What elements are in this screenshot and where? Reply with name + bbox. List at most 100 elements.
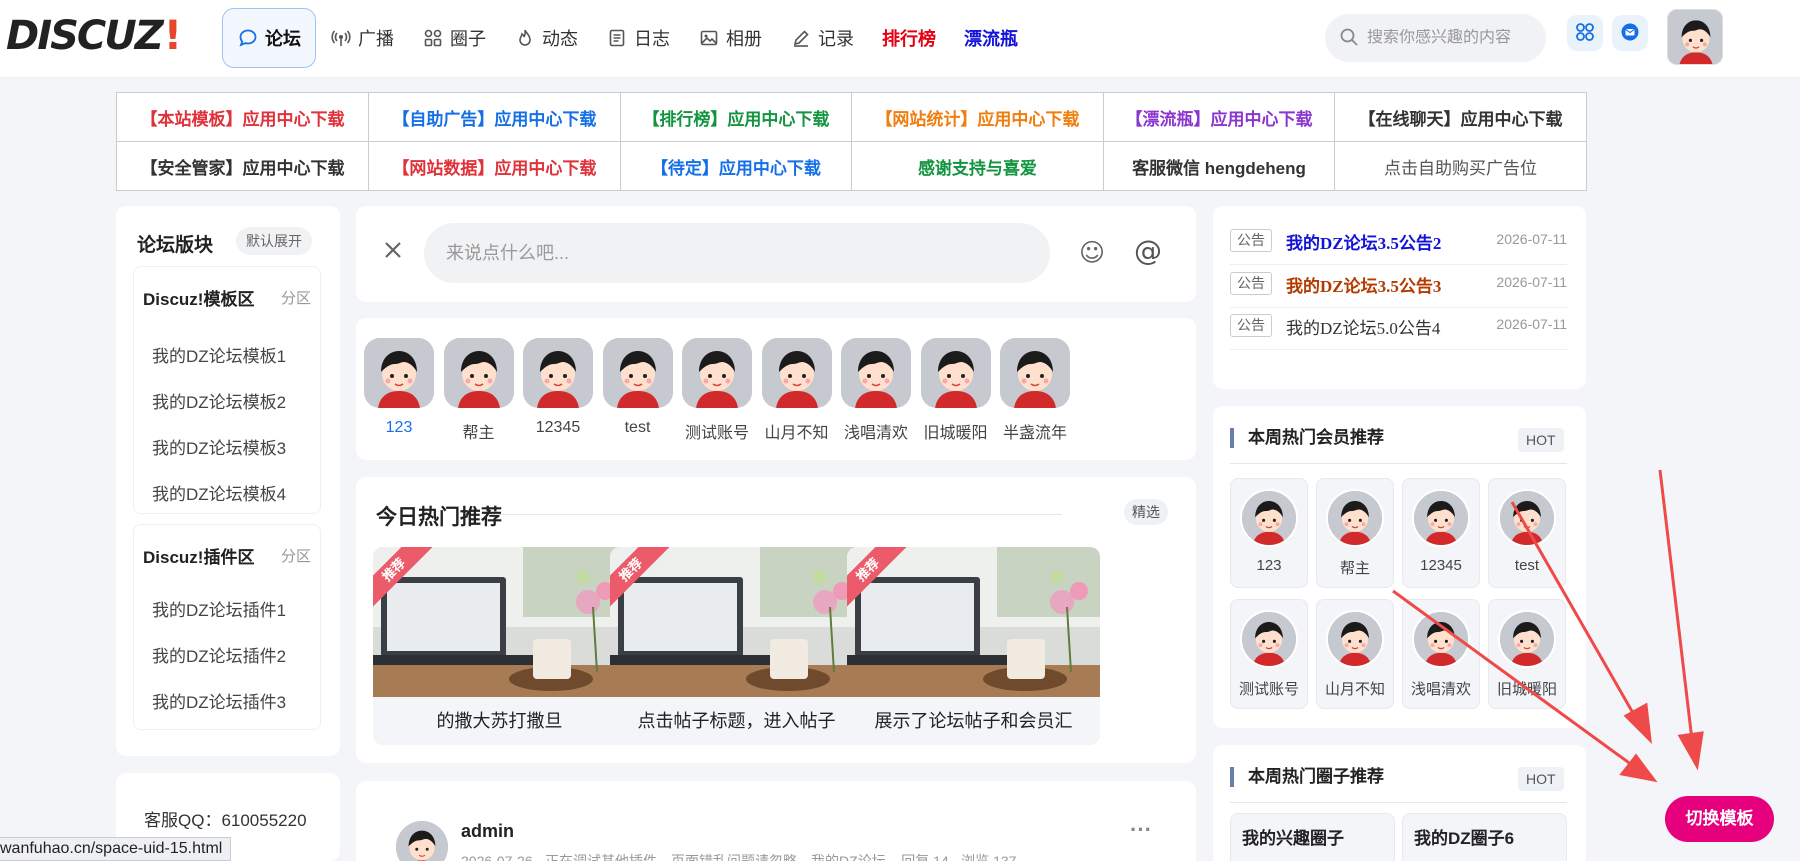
- post-input[interactable]: [424, 223, 1050, 283]
- member-avatar[interactable]: [1240, 489, 1298, 547]
- user-avatar[interactable]: [364, 338, 434, 408]
- user-name[interactable]: 半盏流年: [995, 419, 1075, 443]
- user-avatar[interactable]: [1000, 338, 1070, 408]
- nav-item-ranking[interactable]: 排行榜: [868, 8, 950, 68]
- forum-link[interactable]: 我的DZ论坛插件1: [152, 596, 286, 621]
- apps-button[interactable]: [1567, 15, 1603, 51]
- user-avatar[interactable]: [761, 338, 832, 408]
- nav-item-records[interactable]: 记录: [776, 8, 868, 68]
- user-avatar[interactable]: [523, 338, 593, 408]
- member-item[interactable]: 测试账号: [1230, 599, 1308, 709]
- member-avatar[interactable]: [1498, 489, 1556, 547]
- announcement-item[interactable]: 公告 我的DZ论坛5.0公告4 2026-07-11: [1230, 301, 1567, 350]
- member-name[interactable]: 浅唱清欢: [1403, 678, 1479, 699]
- announcement-title[interactable]: 我的DZ论坛5.0公告4: [1286, 314, 1440, 339]
- tile-title[interactable]: 展示了论坛帖子和会员汇: [847, 697, 1100, 745]
- user-item[interactable]: 12345: [518, 338, 598, 437]
- nav-item-feed[interactable]: 动态: [500, 8, 592, 68]
- member-name[interactable]: 旧城暖阳: [1489, 678, 1565, 699]
- ad-link[interactable]: 【漂流瓶】应用中心下载: [1102, 92, 1335, 142]
- user-avatar[interactable]: [1667, 9, 1723, 65]
- member-avatar[interactable]: [1326, 489, 1384, 547]
- ad-link[interactable]: 【自助广告】应用中心下载: [367, 92, 621, 142]
- user-item[interactable]: 旧城暖阳: [916, 338, 996, 443]
- ad-link[interactable]: 点击自助购买广告位: [1333, 141, 1588, 191]
- announcement-title[interactable]: 我的DZ论坛3.5公告3: [1286, 272, 1441, 297]
- ad-link[interactable]: 【排行榜】应用中心下载: [619, 92, 852, 142]
- close-icon[interactable]: [382, 239, 404, 264]
- member-item[interactable]: 123: [1230, 478, 1308, 588]
- recommend-tile[interactable]: 推荐 点击帖子标题，进入帖子: [610, 547, 863, 745]
- announcement-title[interactable]: 我的DZ论坛3.5公告2: [1286, 229, 1441, 254]
- user-avatar[interactable]: [602, 338, 673, 408]
- search-icon[interactable]: [1339, 27, 1359, 50]
- ad-link[interactable]: 【安全管家】应用中心下载: [116, 141, 369, 191]
- user-avatar[interactable]: [920, 338, 991, 408]
- member-avatar[interactable]: [1240, 610, 1298, 668]
- user-avatar[interactable]: [682, 338, 752, 408]
- member-item[interactable]: 浅唱清欢: [1402, 599, 1480, 709]
- user-item[interactable]: 浅唱清欢: [836, 338, 916, 443]
- member-item[interactable]: 帮主: [1316, 478, 1394, 588]
- user-avatar[interactable]: [841, 338, 911, 408]
- nav-item-circles[interactable]: 圈子: [408, 8, 500, 68]
- member-item[interactable]: 12345: [1402, 478, 1480, 588]
- forum-link[interactable]: 我的DZ论坛插件3: [152, 688, 286, 713]
- ad-link[interactable]: 【待定】应用中心下载: [619, 141, 852, 191]
- ad-link[interactable]: 感谢支持与喜爱: [850, 141, 1104, 191]
- member-name[interactable]: test: [1489, 557, 1565, 574]
- switch-template-button[interactable]: 切换模板: [1665, 796, 1774, 842]
- forum-link[interactable]: 我的DZ论坛模板3: [152, 434, 286, 459]
- member-item[interactable]: 山月不知: [1316, 599, 1394, 709]
- post-author-avatar[interactable]: [396, 821, 448, 861]
- member-avatar[interactable]: [1498, 610, 1556, 668]
- user-item[interactable]: 半盏流年: [995, 338, 1075, 443]
- nav-item-broadcast[interactable]: 广播: [316, 8, 408, 68]
- user-name[interactable]: 浅唱清欢: [836, 419, 916, 443]
- site-logo[interactable]: DISCUZ!: [6, 14, 182, 58]
- user-name[interactable]: 帮主: [439, 419, 519, 443]
- nav-item-blog[interactable]: 日志: [592, 8, 684, 68]
- user-avatar[interactable]: [443, 338, 514, 408]
- recommend-tile[interactable]: 推荐 的撒大苏打撒旦: [373, 547, 626, 745]
- circle-item[interactable]: 我的DZ圈子6: [1402, 813, 1567, 861]
- ad-link[interactable]: 【网站数据】应用中心下载: [367, 141, 621, 191]
- forum-link[interactable]: 我的DZ论坛模板2: [152, 388, 286, 413]
- post-author-name[interactable]: admin: [461, 821, 514, 842]
- member-avatar[interactable]: [1412, 489, 1470, 547]
- nav-item-drift-bottle[interactable]: 漂流瓶: [950, 8, 1032, 68]
- forum-link[interactable]: 我的DZ论坛插件2: [152, 642, 286, 667]
- user-name[interactable]: test: [598, 419, 678, 437]
- search-input[interactable]: [1367, 29, 1537, 47]
- ad-link[interactable]: 【本站模板】应用中心下载: [116, 92, 369, 142]
- emoji-icon[interactable]: ☺: [1079, 238, 1105, 267]
- member-name[interactable]: 测试账号: [1231, 678, 1307, 699]
- member-avatar[interactable]: [1412, 610, 1470, 668]
- more-options-icon[interactable]: ···: [1130, 817, 1152, 843]
- section-title[interactable]: Discuz!模板区: [143, 285, 254, 310]
- user-item[interactable]: test: [598, 338, 678, 437]
- member-item[interactable]: test: [1488, 478, 1566, 588]
- member-name[interactable]: 山月不知: [1317, 678, 1393, 699]
- member-avatar[interactable]: [1326, 610, 1384, 668]
- tile-title[interactable]: 的撒大苏打撒旦: [373, 697, 626, 745]
- forum-link[interactable]: 我的DZ论坛模板4: [152, 480, 286, 505]
- nav-item-forum[interactable]: 论坛: [222, 8, 316, 68]
- nav-item-album[interactable]: 相册: [684, 8, 776, 68]
- member-name[interactable]: 12345: [1403, 557, 1479, 574]
- user-item[interactable]: 123: [359, 338, 439, 437]
- ad-link[interactable]: 【在线聊天】应用中心下载: [1333, 92, 1588, 142]
- ad-link[interactable]: 【网站统计】应用中心下载: [850, 92, 1104, 142]
- tile-title[interactable]: 点击帖子标题，进入帖子: [610, 697, 863, 745]
- messages-button[interactable]: [1612, 15, 1648, 51]
- expand-toggle[interactable]: 默认展开: [236, 227, 312, 255]
- member-name[interactable]: 帮主: [1317, 557, 1393, 578]
- member-name[interactable]: 123: [1231, 557, 1307, 574]
- recommend-tile[interactable]: 推荐 展示了论坛帖子和会员汇: [847, 547, 1100, 745]
- user-name[interactable]: 12345: [518, 419, 598, 437]
- user-name[interactable]: 测试账号: [677, 419, 757, 443]
- user-item[interactable]: 测试账号: [677, 338, 757, 443]
- circle-item[interactable]: 我的兴趣圈子: [1230, 813, 1395, 861]
- user-item[interactable]: 山月不知: [757, 338, 837, 443]
- mention-icon[interactable]: @: [1134, 234, 1162, 267]
